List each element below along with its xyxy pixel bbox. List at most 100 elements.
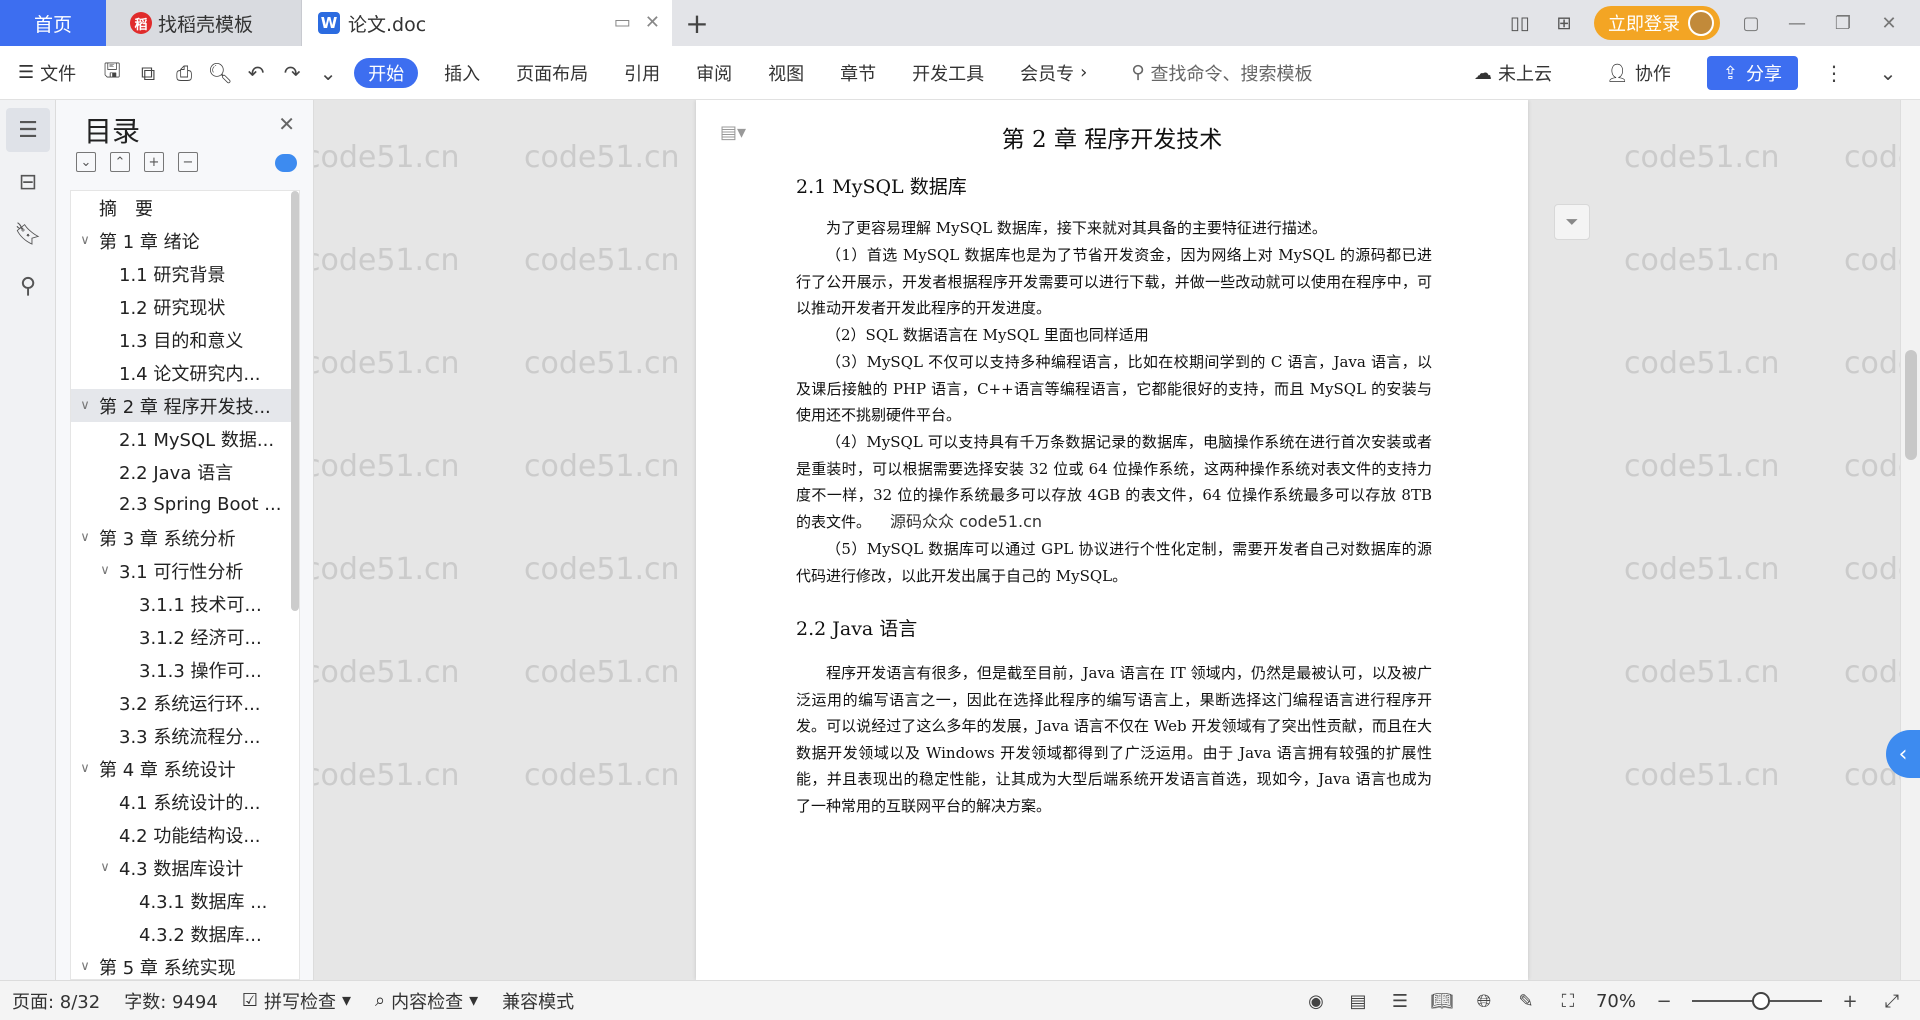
toc-expand-chevron-icon[interactable]: ∨ <box>77 530 93 545</box>
remove-heading-icon[interactable]: − <box>178 152 198 172</box>
toc-item[interactable]: 3.3 系统流程分... <box>71 719 299 752</box>
toc-item[interactable]: ∨ 3.1 可行性分析 <box>71 554 299 587</box>
tab-developer[interactable]: 开发工具 <box>894 58 1002 88</box>
toc-item[interactable]: 1.3 目的和意义 <box>71 323 299 356</box>
file-menu[interactable]: ☰ 文件 <box>0 58 94 88</box>
toc-item[interactable]: ∨ 第 4 章 系统设计 <box>71 752 299 785</box>
format-panel-icon[interactable]: ⏷ <box>1554 204 1590 240</box>
write-mode-icon[interactable]: ✎ <box>1512 987 1540 1015</box>
tab-document[interactable]: W 论文.doc ▭ ✕ <box>302 0 672 46</box>
toc-item[interactable]: 2.2 Java 语言 <box>71 455 299 488</box>
zoom-slider[interactable] <box>1692 992 1822 1010</box>
page-view-icon[interactable]: ▤ <box>1344 987 1372 1015</box>
more-options-icon[interactable]: ⋮ <box>1816 58 1852 88</box>
quick-access-dropdown-icon[interactable]: ⌄ <box>310 58 346 88</box>
expand-all-icon[interactable]: ⌄ <box>76 152 96 172</box>
restore-icon[interactable]: ▢ <box>1736 13 1766 34</box>
bookmark-icon[interactable]: 🔖︎ <box>6 212 50 256</box>
toc-item[interactable]: ∨ 第 2 章 程序开发技... <box>71 389 299 422</box>
collaborate-button[interactable]: 👤︎ 协作 <box>1588 58 1689 88</box>
login-button[interactable]: 立即登录 <box>1594 6 1720 40</box>
print-preview-icon[interactable]: 🔍︎ <box>202 58 238 88</box>
zoom-out-icon[interactable]: − <box>1650 987 1678 1015</box>
toc-item[interactable]: 摘 要 <box>71 191 299 224</box>
toc-expand-chevron-icon[interactable]: ∨ <box>77 959 93 974</box>
toc-expand-chevron-icon[interactable]: ∨ <box>97 860 113 875</box>
page-count[interactable]: 页面: 8/32 <box>0 988 112 1014</box>
fit-page-icon[interactable]: ⛶ <box>1554 987 1582 1015</box>
save-icon[interactable]: 🖫 <box>94 58 130 88</box>
new-tab-button[interactable]: + <box>672 0 722 46</box>
spell-check-toggle[interactable]: ☑ 拼写检查 ▾ <box>230 988 363 1014</box>
apps-grid-icon[interactable]: ⊞ <box>1550 11 1578 35</box>
tab-start[interactable]: 开始 <box>354 57 419 88</box>
scrollbar-thumb[interactable] <box>1905 350 1917 460</box>
toc-item[interactable]: 3.1.2 经济可... <box>71 620 299 653</box>
tab-insert[interactable]: 插入 <box>426 58 498 88</box>
tab-review[interactable]: 审阅 <box>678 58 750 88</box>
toc-item[interactable]: ∨ 第 1 章 绪论 <box>71 224 299 257</box>
maximize-icon[interactable]: ❐ <box>1828 13 1858 34</box>
toc-item[interactable]: 1.4 论文研究内... <box>71 356 299 389</box>
command-search[interactable]: ⚲ 查找命令、搜索模板 <box>1105 60 1435 86</box>
tab-section[interactable]: 章节 <box>822 58 894 88</box>
cloud-status-button[interactable]: ☁ 未上云 <box>1456 58 1570 88</box>
ai-assistant-icon[interactable] <box>275 154 297 172</box>
content-check-button[interactable]: ⌕ 内容检查 ▾ <box>363 988 490 1014</box>
minimize-icon[interactable]: — <box>1782 13 1812 34</box>
toc-item[interactable]: ∨ 第 5 章 系统实现 <box>71 950 299 979</box>
document-page[interactable]: ▤▾ 第 2 章 程序开发技术 2.1 MySQL 数据库 为了更容易理解 My… <box>696 100 1528 980</box>
word-count[interactable]: 字数: 9494 <box>112 988 230 1014</box>
export-icon[interactable]: ⧉ <box>130 58 166 88</box>
toc-item-label: 第 1 章 绪论 <box>99 231 200 253</box>
toc-item[interactable]: 4.1 系统设计的... <box>71 785 299 818</box>
toc-panel-icon[interactable]: ☰ <box>6 108 50 152</box>
find-icon[interactable]: ⚲ <box>6 264 50 308</box>
reading-view-icon[interactable]: 📖︎ <box>1428 987 1456 1015</box>
redo-icon[interactable]: ↷ <box>274 58 310 88</box>
toc-item[interactable]: 1.1 研究背景 <box>71 257 299 290</box>
tab-view[interactable]: 视图 <box>750 58 822 88</box>
collapse-all-icon[interactable]: ⌃ <box>110 152 130 172</box>
tab-references[interactable]: 引用 <box>606 58 678 88</box>
eye-protection-icon[interactable]: ◉ <box>1302 987 1330 1015</box>
tab-float-icon[interactable]: ▭ <box>614 12 631 33</box>
toc-expand-chevron-icon[interactable]: ∨ <box>77 233 93 248</box>
tab-page-layout[interactable]: 页面布局 <box>498 58 606 88</box>
toc-item[interactable]: 3.2 系统运行环... <box>71 686 299 719</box>
undo-icon[interactable]: ↶ <box>238 58 274 88</box>
toc-item[interactable]: 4.3.1 数据库 ... <box>71 884 299 917</box>
toc-expand-chevron-icon[interactable]: ∨ <box>97 563 113 578</box>
outline-view-icon[interactable]: ☰ <box>1386 987 1414 1015</box>
share-button[interactable]: ⇪ 分享 <box>1706 56 1798 90</box>
toc-item[interactable]: 4.3.2 数据库... <box>71 917 299 950</box>
collapse-ribbon-icon[interactable]: ⌄ <box>1870 58 1906 88</box>
fullscreen-icon[interactable]: ⤢ <box>1878 987 1906 1015</box>
tab-home[interactable]: 首页 <box>0 0 106 46</box>
toc-scrollbar[interactable] <box>291 191 299 611</box>
vertical-scrollbar[interactable] <box>1900 100 1920 980</box>
chapter-nav-icon[interactable]: ⊟ <box>6 160 50 204</box>
print-icon[interactable]: ⎙ <box>166 58 202 88</box>
toc-item[interactable]: 3.1.3 操作可... <box>71 653 299 686</box>
add-heading-icon[interactable]: + <box>144 152 164 172</box>
zoom-slider-handle[interactable] <box>1752 992 1770 1010</box>
toc-item[interactable]: ∨ 第 3 章 系统分析 <box>71 521 299 554</box>
web-view-icon[interactable]: 🌐︎ <box>1470 987 1498 1015</box>
layout-icon[interactable]: ▯▯ <box>1506 11 1534 35</box>
zoom-in-icon[interactable]: + <box>1836 987 1864 1015</box>
toc-item[interactable]: 2.3 Spring Boot ... <box>71 488 299 521</box>
toc-close-icon[interactable]: ✕ <box>278 112 295 136</box>
tab-member[interactable]: 会员专 › <box>1002 58 1105 88</box>
zoom-level[interactable]: 70% <box>1596 991 1636 1012</box>
toc-item[interactable]: 2.1 MySQL 数据... <box>71 422 299 455</box>
toc-item[interactable]: ∨ 4.3 数据库设计 <box>71 851 299 884</box>
toc-item[interactable]: 3.1.1 技术可... <box>71 587 299 620</box>
toc-expand-chevron-icon[interactable]: ∨ <box>77 398 93 413</box>
toc-item[interactable]: 1.2 研究现状 <box>71 290 299 323</box>
toc-item[interactable]: 4.2 功能结构设... <box>71 818 299 851</box>
tab-docer-templates[interactable]: 稻 找稻壳模板 <box>106 0 302 46</box>
tab-close-icon[interactable]: ✕ <box>645 12 660 33</box>
toc-expand-chevron-icon[interactable]: ∨ <box>77 761 93 776</box>
close-window-icon[interactable]: ✕ <box>1874 13 1904 34</box>
